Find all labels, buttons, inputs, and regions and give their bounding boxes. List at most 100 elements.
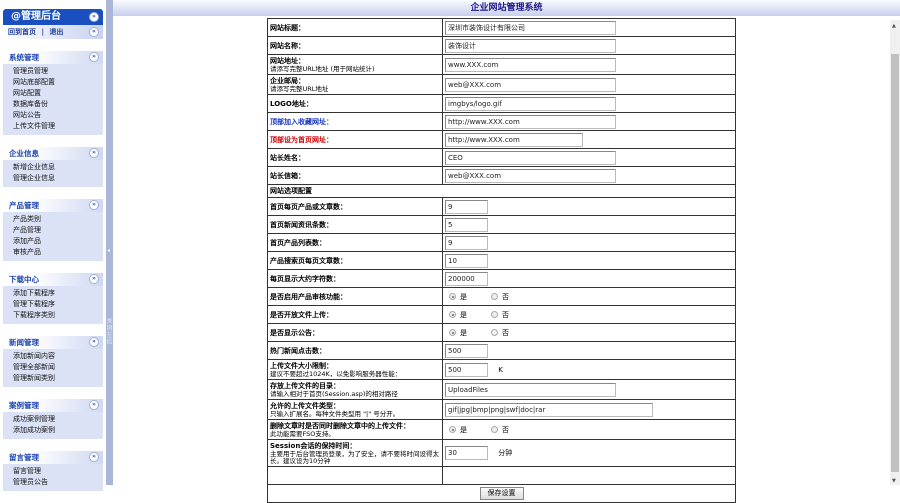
scrollbar[interactable]: ▲ ▼ <box>890 20 900 485</box>
sidebar-section-header[interactable]: 企业信息 » <box>3 147 103 160</box>
logout-link[interactable]: 退出 <box>49 28 63 36</box>
sidebar-item[interactable]: 管理企业信息 <box>13 173 103 184</box>
sidebar-item[interactable]: 添加产品 <box>13 236 103 247</box>
field-value-cell: 是否 <box>442 287 736 306</box>
site-name-input[interactable]: 装饰设计 <box>445 38 616 53</box>
upload-size-input[interactable]: 500 <box>445 362 488 377</box>
sidebar-section-header[interactable]: 产品管理 » <box>3 199 103 212</box>
field-label: LOGO地址： <box>267 94 443 113</box>
sidebar-item[interactable]: 管理下载程序 <box>13 299 103 310</box>
radio-no-label[interactable]: 否 <box>502 329 509 337</box>
site-url-input[interactable]: www.XXX.com <box>445 57 616 72</box>
radio-no[interactable] <box>491 329 498 336</box>
double-chevron-left-icon[interactable]: « <box>89 27 99 37</box>
sidebar-item[interactable]: 网站公告 <box>13 110 103 121</box>
sidebar-item[interactable]: 新增企业信息 <box>13 162 103 173</box>
label-text: 热门新闻点击数： <box>270 346 326 355</box>
section-title[interactable]: 案例管理 <box>9 401 39 410</box>
radio-yes-label[interactable]: 是 <box>460 293 467 301</box>
chevron-down-icon[interactable]: » <box>89 200 99 210</box>
sidebar-section-header[interactable]: 案例管理 » <box>3 399 103 412</box>
owner-mail-input[interactable]: web@XXX.com <box>445 168 616 183</box>
home-link[interactable]: 回到首页 <box>8 28 36 36</box>
home-url-input[interactable]: http://www.XXX.com <box>445 132 583 147</box>
radio-yes[interactable] <box>449 311 456 318</box>
radio-no[interactable] <box>491 426 498 433</box>
hot-clicks-input[interactable]: 500 <box>445 343 488 358</box>
sidebar-item[interactable]: 数据库备份 <box>13 99 103 110</box>
sidebar-item[interactable]: 网站配置 <box>13 88 103 99</box>
product-list-input[interactable]: 9 <box>445 235 488 250</box>
section-title[interactable]: 下载中心 <box>9 275 39 284</box>
label-text: 产品搜索页每页文章数： <box>270 256 347 265</box>
save-button[interactable]: 保存设置 <box>479 487 524 500</box>
splitter-label[interactable]: 关闭左栏 <box>106 318 113 346</box>
chevron-down-icon[interactable]: » <box>89 148 99 158</box>
radio-no[interactable] <box>491 311 498 318</box>
field-label: 站长姓名： <box>267 148 443 167</box>
section-title[interactable]: 系统管理 <box>9 53 39 62</box>
chevron-down-icon[interactable]: » <box>89 452 99 462</box>
section-title[interactable]: 留言管理 <box>9 453 39 462</box>
field-value-cell: http://www.XXX.com <box>442 130 736 149</box>
site-mail-input[interactable]: web@XXX.com <box>445 77 616 92</box>
fav-url-input[interactable]: http://www.XXX.com <box>445 114 616 129</box>
logo-input[interactable]: imgbys/logo.gif <box>445 96 616 111</box>
radio-no-label[interactable]: 否 <box>502 293 509 301</box>
section-title[interactable]: 企业信息 <box>9 149 39 158</box>
radio-yes[interactable] <box>449 293 456 300</box>
sidebar-item[interactable]: 网站底部配置 <box>13 77 103 88</box>
per-page-input[interactable]: 9 <box>445 199 488 214</box>
sidebar-item[interactable]: 留言管理 <box>13 466 103 477</box>
chevron-down-icon[interactable]: » <box>89 337 99 347</box>
radio-no-label[interactable]: 否 <box>502 426 509 434</box>
sidebar-item[interactable]: 添加下载程序 <box>13 288 103 299</box>
chevron-down-icon[interactable]: » <box>89 274 99 284</box>
radio-yes-label[interactable]: 是 <box>460 311 467 319</box>
sidebar-splitter[interactable]: ◂ 关闭左栏 <box>106 0 113 485</box>
sidebar-item[interactable]: 管理新闻类别 <box>13 373 103 384</box>
sidebar-section-header[interactable]: 新闻管理 » <box>3 336 103 349</box>
sidebar-item[interactable]: 管理员管理 <box>13 66 103 77</box>
collapse-icon[interactable]: » <box>89 12 99 22</box>
sidebar-item[interactable]: 成功案例管理 <box>13 414 103 425</box>
max-chars-input[interactable]: 200000 <box>445 271 488 286</box>
news-count-input[interactable]: 5 <box>445 217 488 232</box>
session-input[interactable]: 30 <box>445 446 488 460</box>
sidebar-item[interactable]: 产品类别 <box>13 214 103 225</box>
sidebar-item[interactable]: 上传文件管理 <box>13 121 103 132</box>
section-title[interactable]: 产品管理 <box>9 201 39 210</box>
sidebar-item[interactable]: 添加新闻内容 <box>13 351 103 362</box>
sidebar-section-header[interactable]: 下载中心 » <box>3 273 103 286</box>
scrollbar-thumb[interactable] <box>891 54 899 472</box>
radio-yes-label[interactable]: 是 <box>460 426 467 434</box>
label-text: 删除文章时是否同时删除文章中的上传文件： <box>270 422 410 430</box>
chevron-down-icon[interactable]: » <box>89 52 99 62</box>
arrow-left-icon[interactable]: ◂ <box>107 247 110 254</box>
scroll-down-icon[interactable]: ▼ <box>892 478 896 484</box>
radio-yes[interactable] <box>449 329 456 336</box>
sidebar-section-header[interactable]: 系统管理 » <box>3 51 103 64</box>
sidebar-item[interactable]: 管理全部新闻 <box>13 362 103 373</box>
sidebar-section: 下载中心 » 添加下载程序 管理下载程序 下载程序类别 <box>3 273 103 324</box>
table-row: 顶部设为首页网址： http://www.XXX.com <box>267 130 736 149</box>
section-title[interactable]: 新闻管理 <box>9 338 39 347</box>
sidebar-section-header[interactable]: 留言管理 » <box>3 451 103 464</box>
sidebar-item[interactable]: 管理员公告 <box>13 477 103 488</box>
search-per-page-input[interactable]: 10 <box>445 253 488 268</box>
unit-label: K <box>498 365 503 374</box>
radio-no[interactable] <box>491 293 498 300</box>
site-title-input[interactable]: 深圳市装饰设计有限公司 <box>445 20 616 35</box>
upload-types-input[interactable]: gif|jpg|bmp|png|swf|doc|rar <box>445 402 653 417</box>
sidebar-item[interactable]: 产品管理 <box>13 225 103 236</box>
scroll-up-icon[interactable]: ▲ <box>892 23 896 29</box>
upload-dir-input[interactable]: UploadFiles <box>445 382 616 397</box>
radio-yes-label[interactable]: 是 <box>460 329 467 337</box>
sidebar-item[interactable]: 审核产品 <box>13 247 103 258</box>
radio-yes[interactable] <box>449 426 456 433</box>
sidebar-item[interactable]: 下载程序类别 <box>13 310 103 321</box>
sidebar-item[interactable]: 添加成功案例 <box>13 425 103 436</box>
chevron-down-icon[interactable]: » <box>89 400 99 410</box>
owner-name-input[interactable]: CEO <box>445 150 616 165</box>
radio-no-label[interactable]: 否 <box>502 311 509 319</box>
